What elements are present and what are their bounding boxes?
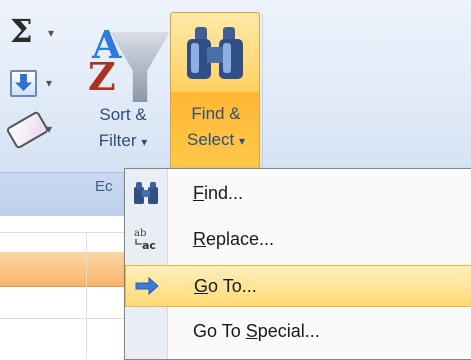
label-rest: o To... <box>208 276 257 296</box>
gridline <box>86 232 87 358</box>
find-select-label-2: Select <box>186 130 235 149</box>
sort-filter-icon: A Z <box>78 14 170 104</box>
binoculars-icon <box>134 182 158 204</box>
svg-text:ab: ab <box>134 228 146 239</box>
menu-item-label: Go To Special... <box>193 321 320 342</box>
find-select-label-1: Find & <box>191 104 241 123</box>
autosum-icon: Σ <box>10 12 33 50</box>
mnemonic: G <box>194 276 209 296</box>
clear-button[interactable]: ▾ <box>4 110 64 150</box>
find-select-button[interactable]: Find & Select ▾ <box>170 12 260 170</box>
replace-icon: ab ac <box>134 228 156 252</box>
sort-filter-label-1: Sort & <box>99 105 147 124</box>
chevron-down-icon: ▾ <box>46 122 53 136</box>
worksheet <box>0 216 124 358</box>
sort-filter-label-2: Filter <box>98 131 137 150</box>
chevron-down-icon: ▾ <box>46 76 53 90</box>
gridline <box>0 318 124 319</box>
label-rest: ind... <box>204 183 244 203</box>
menu-item-label: Find... <box>193 183 243 204</box>
mnemonic: R <box>193 229 206 249</box>
fill-button[interactable]: ▾ <box>4 66 64 102</box>
mnemonic: S <box>245 321 258 341</box>
binoculars-icon <box>187 27 243 79</box>
chevron-down-icon: ▾ <box>238 134 245 148</box>
row-header-selected <box>0 252 124 287</box>
svg-text:ac: ac <box>142 239 156 252</box>
arrow-right-icon <box>135 276 159 296</box>
label-rest: eplace... <box>206 229 275 249</box>
fill-icon <box>10 70 37 97</box>
autosum-button[interactable]: Σ ▾ <box>4 12 64 52</box>
menu-item-go-to-special[interactable]: Go To Special... <box>125 311 471 353</box>
chevron-down-icon: ▾ <box>48 26 55 40</box>
chevron-down-icon: ▾ <box>141 135 148 149</box>
sort-filter-button[interactable]: A Z Sort & Filter ▾ <box>78 14 170 164</box>
gridline <box>0 232 124 233</box>
menu-item-replace[interactable]: ab ac Replace... <box>125 219 471 261</box>
menu-item-find[interactable]: Find... <box>125 173 471 215</box>
label-prefix: Go To <box>193 321 246 341</box>
menu-item-label: Replace... <box>193 229 274 250</box>
label-rest: pecial... <box>257 321 320 341</box>
editing-group-label: Ec <box>95 178 113 195</box>
clear-icon <box>5 110 50 150</box>
group-separator <box>262 14 263 172</box>
find-select-menu: Find... ab ac Replace... Go To... Go To … <box>124 168 471 360</box>
menu-item-go-to[interactable]: Go To... <box>125 265 471 307</box>
menu-item-label: Go To... <box>194 276 257 297</box>
mnemonic: F <box>193 183 204 203</box>
